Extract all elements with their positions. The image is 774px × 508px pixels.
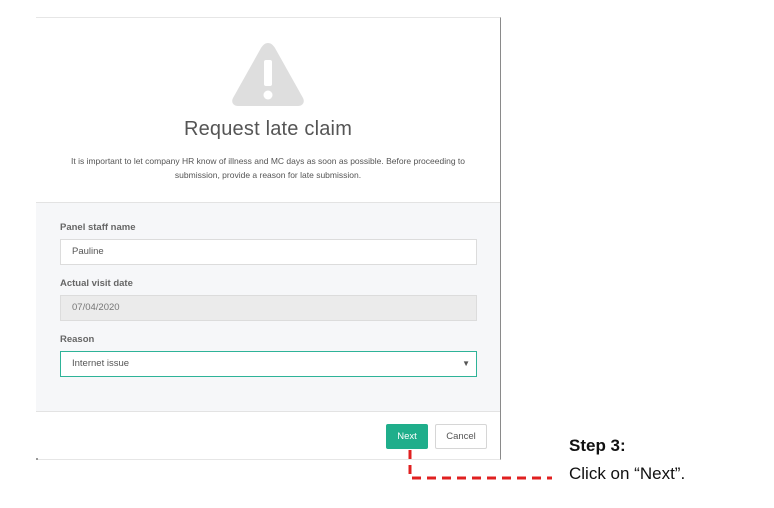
step-instruction: Click on “Next”. <box>569 464 686 483</box>
staff-name-label: Panel staff name <box>60 222 136 233</box>
divider-dot <box>36 458 38 460</box>
cancel-button[interactable]: Cancel <box>435 424 487 449</box>
visit-date-label: Actual visit date <box>60 278 133 289</box>
reason-select[interactable]: Internet issue ▼ <box>60 351 477 377</box>
warning-triangle-icon <box>232 43 304 106</box>
visit-date-input: 07/04/2020 <box>60 295 477 321</box>
staff-name-input[interactable]: Pauline <box>60 239 477 265</box>
modal-header: Request late claim It is important to le… <box>36 18 500 202</box>
step-title: Step 3: <box>569 436 626 455</box>
caret-down-icon: ▼ <box>462 359 470 368</box>
tutorial-screenshot: Request late claim It is important to le… <box>0 0 774 508</box>
next-button[interactable]: Next <box>386 424 428 449</box>
reason-label: Reason <box>60 334 95 345</box>
modal-title: Request late claim <box>183 118 353 140</box>
modal-form: Panel staff name Pauline Actual visit da… <box>36 202 500 412</box>
annotation-arrow <box>408 450 552 480</box>
late-claim-modal: Request late claim It is important to le… <box>36 17 501 460</box>
modal-description: It is important to let company HR know o… <box>70 156 466 180</box>
reason-select-value: Internet issue <box>72 358 130 369</box>
